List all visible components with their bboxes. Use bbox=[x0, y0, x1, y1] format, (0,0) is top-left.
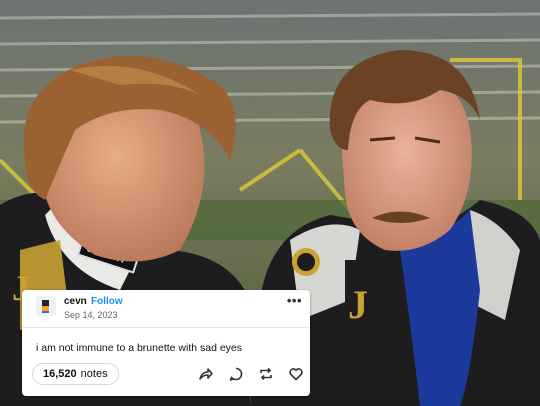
more-options-icon[interactable]: ••• bbox=[287, 294, 302, 308]
post-username[interactable]: cevn bbox=[64, 296, 87, 307]
post-date: Sep 14, 2023 bbox=[64, 310, 118, 320]
post-actions bbox=[196, 364, 306, 384]
divider bbox=[22, 327, 310, 328]
follow-button[interactable]: Follow bbox=[91, 296, 123, 307]
notes-count: 16,520 bbox=[43, 368, 77, 380]
avatar[interactable] bbox=[36, 296, 56, 316]
jps-logo-right: J bbox=[348, 282, 368, 327]
tumblr-post-card: cevn Follow Sep 14, 2023 ••• i am not im… bbox=[22, 290, 310, 396]
like-heart-icon[interactable] bbox=[286, 364, 306, 384]
share-icon[interactable] bbox=[196, 364, 216, 384]
notes-button[interactable]: 16,520 notes bbox=[32, 363, 119, 385]
reblog-icon[interactable] bbox=[256, 364, 276, 384]
post-text: i am not immune to a brunette with sad e… bbox=[36, 342, 243, 354]
reply-icon[interactable] bbox=[226, 364, 246, 384]
notes-label: notes bbox=[80, 368, 108, 380]
